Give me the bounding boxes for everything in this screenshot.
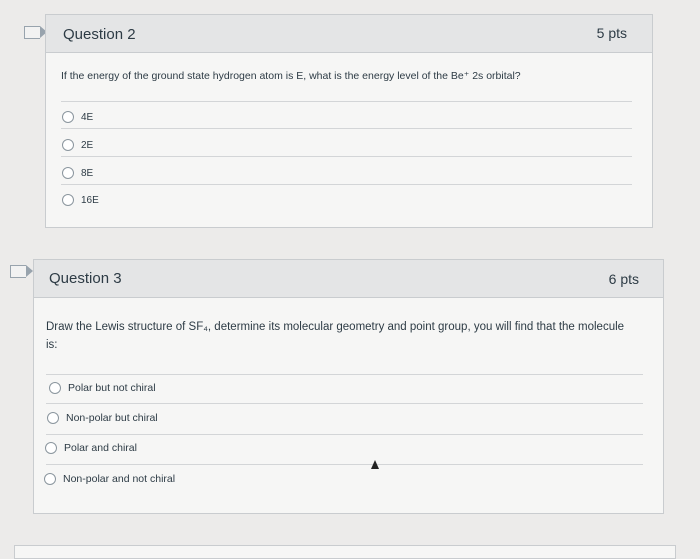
question-prompt: Draw the Lewis structure of SF₄, determi…: [46, 321, 625, 351]
answer-option-4e[interactable]: 4E: [62, 111, 93, 123]
radio-button[interactable]: [44, 473, 56, 485]
question-points: 6 pts: [608, 271, 639, 287]
question-prompt: If the energy of the ground state hydrog…: [61, 70, 521, 82]
answer-option-2e[interactable]: 2E: [62, 139, 93, 151]
radio-button[interactable]: [47, 412, 59, 424]
divider: [46, 374, 643, 375]
radio-button[interactable]: [62, 139, 74, 151]
answer-option-nonpolar-not-chiral[interactable]: Non-polar and not chiral: [44, 473, 175, 485]
divider: [61, 101, 632, 102]
question-2-card: Question 2 5 pts If the energy of the gr…: [45, 14, 653, 228]
answer-option-nonpolar-chiral[interactable]: Non-polar but chiral: [47, 412, 158, 424]
question-title: Question 3: [49, 270, 122, 287]
divider: [61, 184, 632, 185]
option-label: 2E: [81, 139, 94, 151]
option-label: Polar and chiral: [64, 442, 137, 454]
divider: [61, 128, 632, 129]
flag-question-icon[interactable]: [10, 265, 33, 278]
question-title: Question 2: [63, 26, 136, 43]
answer-option-polar-chiral[interactable]: Polar and chiral: [45, 442, 137, 454]
mouse-pointer-icon: [371, 460, 379, 469]
radio-button[interactable]: [49, 382, 61, 394]
question-points: 5 pts: [596, 25, 627, 41]
flag-question-icon[interactable]: [24, 26, 47, 39]
answer-option-polar-not-chiral[interactable]: Polar but not chiral: [49, 382, 156, 394]
radio-button[interactable]: [45, 442, 57, 454]
option-label: Polar but not chiral: [68, 382, 156, 394]
radio-button[interactable]: [62, 111, 74, 123]
radio-button[interactable]: [62, 167, 74, 179]
option-label: Non-polar but chiral: [66, 412, 158, 424]
question-2-header: Question 2 5 pts: [46, 15, 652, 53]
option-label: Non-polar and not chiral: [63, 473, 176, 485]
divider: [46, 434, 643, 435]
next-question-card-edge: [14, 545, 676, 559]
divider: [61, 156, 632, 157]
answer-option-16e[interactable]: 16E: [62, 194, 99, 206]
option-label: 4E: [81, 111, 94, 123]
divider: [46, 403, 643, 404]
question-3-card: Question 3 6 pts Draw the Lewis structur…: [33, 259, 664, 514]
radio-button[interactable]: [62, 194, 74, 206]
divider: [46, 464, 643, 465]
question-3-header: Question 3 6 pts: [34, 260, 663, 298]
option-label: 8E: [81, 167, 94, 179]
answer-option-8e[interactable]: 8E: [62, 167, 93, 179]
option-label: 16E: [81, 194, 99, 206]
